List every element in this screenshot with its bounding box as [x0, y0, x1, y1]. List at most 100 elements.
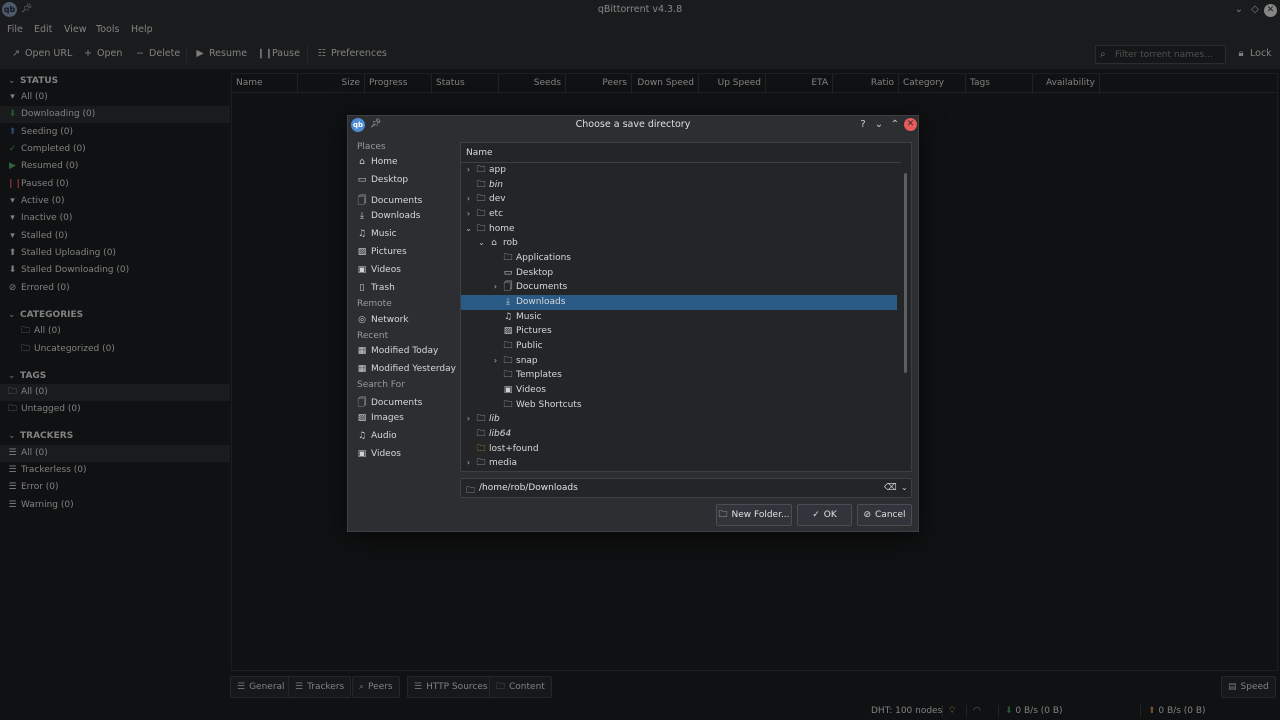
new-folder-button[interactable]: 🗀︎ New Folder...: [716, 504, 792, 526]
image-icon: ▨: [357, 413, 367, 423]
folder-icon: 🗀︎: [476, 224, 486, 234]
recent-modified-yesterday[interactable]: ▦ Modified Yesterday: [357, 364, 456, 374]
folder-snap[interactable]: › 🗀︎ snap: [461, 354, 897, 369]
folder-lib64[interactable]: 🗀︎ lib64: [461, 427, 897, 442]
folder-link-icon: 🗀︎: [476, 180, 486, 190]
new-folder-label: New Folder...: [731, 510, 790, 520]
collapse-arrow-icon[interactable]: ⌄: [464, 222, 473, 237]
folder-media[interactable]: › 🗀︎ media: [461, 456, 897, 471]
folder-rob[interactable]: ⌄ ⌂ rob: [461, 236, 897, 251]
dialog-title-bar: qb 📌︎ Choose a save directory ? ⌄ ⌃ ✕: [348, 116, 918, 134]
path-combobox[interactable]: 🗀︎ /home/rob/Downloads ⌫ ⌄: [460, 478, 912, 498]
search-videos[interactable]: ▣ Videos: [357, 449, 401, 459]
expand-arrow-icon[interactable]: ›: [491, 354, 500, 369]
documents-icon: 🗍︎: [357, 196, 367, 206]
download-icon: ⤓: [506, 297, 510, 307]
folder-etc[interactable]: › 🗀︎ etc: [461, 207, 897, 222]
recent-modified-yesterday-label: Modified Yesterday: [371, 364, 456, 374]
image-icon: ▨: [503, 326, 513, 336]
expand-arrow-icon[interactable]: ›: [464, 412, 473, 427]
place-desktop-label: Desktop: [371, 175, 409, 185]
dialog-close-button[interactable]: ✕: [904, 118, 917, 131]
tree-header-name: Name: [466, 148, 493, 158]
desktop-icon: ▭: [503, 268, 513, 278]
folder-tree[interactable]: Name › 🗀︎ app 🗀︎ bin › 🗀︎ dev › 🗀︎ etc ⌄ 🗀︎ home …: [460, 142, 912, 472]
recent-modified-today[interactable]: ▦ Modified Today: [357, 346, 439, 356]
tree-scrollbar[interactable]: [903, 163, 911, 471]
image-icon: ▨: [357, 247, 367, 257]
search-documents-label: Documents: [371, 398, 423, 408]
place-videos[interactable]: ▣ Videos: [357, 265, 401, 275]
download-icon: ⤓: [360, 211, 364, 221]
folder-downloads[interactable]: ⤓ Downloads: [461, 295, 897, 310]
maximize-button[interactable]: ⌃: [888, 118, 902, 132]
folder-web-shortcuts[interactable]: 🗀︎ Web Shortcuts: [461, 398, 897, 413]
ok-button[interactable]: ✓ OK: [797, 504, 852, 526]
desktop-icon: ▭: [357, 175, 367, 185]
place-downloads[interactable]: ⤓ Downloads: [357, 211, 420, 221]
folder-lib[interactable]: › 🗀︎ lib: [461, 412, 897, 427]
folder-pictures[interactable]: ▨ Pictures: [461, 324, 897, 339]
folder-lost-found[interactable]: 🗀︎ lost+found: [461, 442, 897, 457]
clear-text-icon[interactable]: ⌫: [884, 483, 897, 493]
folder-label: dev: [489, 194, 506, 204]
folder-label: Web Shortcuts: [516, 400, 582, 410]
place-pictures[interactable]: ▨ Pictures: [357, 247, 407, 257]
place-music-label: Music: [371, 229, 397, 239]
recent-modified-today-label: Modified Today: [371, 346, 439, 356]
minimize-button[interactable]: ⌄: [872, 118, 886, 132]
folder-icon: 🗀︎: [503, 400, 513, 410]
folder-templates[interactable]: 🗀︎ Templates: [461, 368, 897, 383]
cancel-button[interactable]: ⊘ Cancel: [857, 504, 912, 526]
path-input[interactable]: /home/rob/Downloads: [479, 483, 578, 493]
recent-header: Recent: [357, 331, 389, 341]
folder-videos[interactable]: ▣ Videos: [461, 383, 897, 398]
expand-arrow-icon[interactable]: ›: [464, 207, 473, 222]
folder-label: media: [489, 458, 518, 468]
folder-label: lost+found: [489, 444, 539, 454]
folder-icon: 🗀︎: [503, 370, 513, 380]
expand-arrow-icon[interactable]: ›: [464, 163, 473, 178]
place-documents[interactable]: 🗍︎ Documents: [357, 193, 423, 209]
folder-app[interactable]: › 🗀︎ app: [461, 163, 897, 178]
folder-label: Desktop: [516, 268, 554, 278]
expand-arrow-icon[interactable]: ›: [491, 280, 500, 295]
folder-label: Applications: [516, 253, 571, 263]
folder-label: rob: [503, 238, 518, 248]
folder-public[interactable]: 🗀︎ Public: [461, 339, 897, 354]
folder-icon: 🗀︎: [466, 486, 476, 496]
expand-arrow-icon[interactable]: ›: [464, 456, 473, 471]
expand-arrow-icon[interactable]: ›: [464, 192, 473, 207]
home-icon: ⌂: [359, 157, 365, 167]
folder-label: lib: [489, 414, 500, 424]
search-images[interactable]: ▨ Images: [357, 413, 404, 423]
search-audio-label: Audio: [371, 431, 397, 441]
folder-music[interactable]: ♫ Music: [461, 310, 897, 325]
place-home[interactable]: ⌂ Home: [357, 157, 397, 167]
search-audio[interactable]: ♫ Audio: [357, 431, 397, 441]
folder-label: lib64: [489, 429, 512, 439]
folder-icon: 🗀︎: [503, 356, 513, 366]
folder-link-icon: 🗀︎: [476, 429, 486, 439]
folder-dev[interactable]: › 🗀︎ dev: [461, 192, 897, 207]
collapse-arrow-icon[interactable]: ⌄: [477, 236, 486, 251]
tree-header[interactable]: Name: [461, 143, 901, 163]
place-desktop[interactable]: ▭ Desktop: [357, 175, 408, 185]
folder-home[interactable]: ⌄ 🗀︎ home: [461, 222, 897, 237]
help-button[interactable]: ?: [856, 118, 870, 132]
search-documents[interactable]: 🗍︎ Documents: [357, 395, 423, 411]
place-network[interactable]: ◎ Network: [357, 315, 409, 325]
film-icon: ▣: [503, 385, 513, 395]
save-directory-dialog: qb 📌︎ Choose a save directory ? ⌄ ⌃ ✕ Pl…: [347, 115, 919, 532]
place-music[interactable]: ♫ Music: [357, 229, 397, 239]
chevron-down-icon[interactable]: ⌄: [901, 483, 908, 492]
place-trash[interactable]: ▯ Trash: [357, 283, 395, 293]
folder-desktop[interactable]: ▭ Desktop: [461, 266, 897, 281]
folder-label: Public: [516, 341, 543, 351]
folder-documents[interactable]: › 🗍︎ Documents: [461, 280, 897, 295]
calendar-icon: ▦: [357, 364, 367, 374]
folder-applications[interactable]: 🗀︎ Applications: [461, 251, 897, 266]
scrollbar-thumb[interactable]: [904, 173, 907, 373]
folder-bin[interactable]: 🗀︎ bin: [461, 178, 897, 193]
locked-folder-icon: 🗀︎: [476, 444, 486, 454]
